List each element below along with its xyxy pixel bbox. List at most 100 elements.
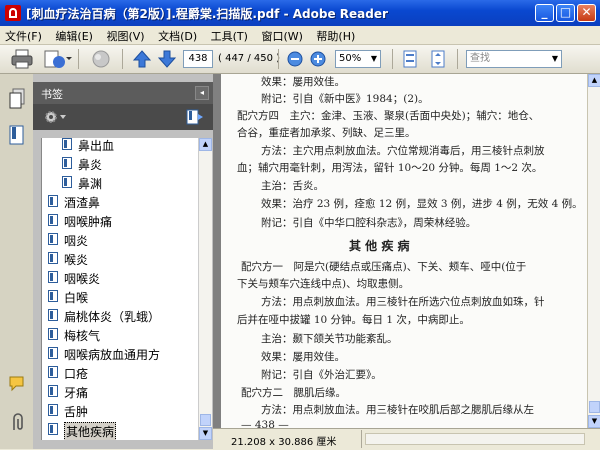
bookmark-icon [48, 328, 58, 340]
toolbar: 438 ( 447 / 450 ) 50% ▼ 查找 ▼ [0, 45, 600, 74]
section-heading: 其 他 疾 病 [349, 239, 410, 253]
bookmarks-panel-title: 书签 [41, 88, 63, 101]
bookmark-icon [48, 309, 58, 321]
close-button[interactable]: ✕ [577, 4, 596, 22]
bookmark-icon [48, 385, 58, 397]
bookmark-label: 其他疾病 [64, 422, 117, 440]
zoom-select[interactable]: 50% ▼ [335, 50, 381, 68]
bookmark-icon [48, 366, 58, 378]
bookmark-label: 白喉 [64, 291, 89, 305]
document-scrollbar[interactable]: ▲ ▼ [587, 74, 600, 428]
bookmark-label: 咽喉炎 [64, 272, 101, 286]
zoom-out-icon[interactable] [285, 48, 305, 70]
horizontal-scrollbar[interactable] [365, 433, 585, 445]
scrollbar-thumb[interactable] [589, 401, 600, 413]
menu-window[interactable]: 窗口(W) [256, 26, 307, 44]
zoom-value: 50% [339, 53, 362, 64]
menu-edit[interactable]: 编辑(E) [50, 26, 98, 44]
document-text-line: 下关与颊车穴连线中点)、均取患侧。 [237, 278, 410, 290]
next-page-icon[interactable] [156, 48, 178, 70]
fit-page-icon[interactable] [428, 48, 448, 70]
bookmark-label: 牙痛 [64, 386, 89, 400]
bookmark-icon [48, 290, 58, 302]
bookmark-label: 舌肿 [64, 405, 89, 419]
collapse-panel-icon[interactable]: ◂ [195, 86, 209, 100]
document-view[interactable]: 效果：屡用效佳。 附记：引自《新中医》1984；(2)。 配穴方四 主穴：金津、玉液… [213, 74, 587, 428]
scrollbar-thumb[interactable] [200, 414, 211, 426]
collaborate-icon[interactable] [88, 48, 114, 70]
document-text-line: 效果：屡用效佳。 [261, 351, 345, 363]
scroll-up-icon[interactable]: ▲ [588, 74, 600, 87]
bookmark-icon [62, 157, 72, 169]
comments-icon[interactable] [8, 374, 28, 394]
chevron-down-icon: ▼ [370, 54, 377, 63]
bookmark-tree: 鼻出血 鼻炎 鼻渊 酒渣鼻 咽喉肿痛 咽炎 喉炎 咽喉炎 白喉 扁桃体炎（乳蛾） 梅核气 咽喉病放血通… [41, 138, 198, 440]
scroll-down-icon[interactable]: ▼ [199, 427, 212, 440]
document-text-line: 效果：治疗 23 例，痊愈 12 例，显效 3 例，进步 4 例，无效 4 例。 [261, 198, 583, 210]
attachments-icon[interactable] [8, 412, 28, 434]
navigation-rail [0, 74, 34, 449]
bookmark-icon [48, 233, 58, 245]
bookmark-label: 口疮 [64, 367, 89, 381]
bookmark-label: 咽炎 [64, 234, 89, 248]
maximize-button[interactable]: □ [556, 4, 575, 22]
scroll-up-icon[interactable]: ▲ [199, 138, 212, 151]
document-text-line: 附记：引自《外治汇要》。 [261, 369, 382, 381]
document-text-line: 血；辅穴用毫针刺，用泻法，留针 10～20 分钟。每周 1～2 次。 [237, 162, 543, 174]
bookmarks-toolbar [33, 104, 213, 130]
scroll-down-icon[interactable]: ▼ [588, 415, 600, 428]
document-text-line: 主治：颞下颌关节功能紊乱。 [261, 333, 398, 345]
bookmark-icon [48, 252, 58, 264]
document-text-line: 主治：舌炎。 [261, 180, 324, 192]
bookmark-label: 咽喉肿痛 [64, 215, 113, 229]
document-text-line: 方法：用点刺放血法。用三棱针在咬肌后部之腮肌后缘从左 [261, 404, 534, 416]
page-number-input[interactable]: 438 [183, 50, 213, 68]
minimize-button[interactable]: _ [535, 4, 554, 22]
bookmark-scrollbar[interactable]: ▲ ▼ [198, 138, 212, 440]
bookmark-icon [62, 138, 72, 150]
page-footer-number: — 438 — [241, 419, 289, 428]
bookmark-label: 咽喉病放血通用方 [64, 348, 161, 362]
bookmark-label: 鼻出血 [78, 139, 115, 153]
document-text-line: 合谷，重症者加承浆、列缺、足三里。 [237, 127, 416, 139]
title-bar: [刺血疗法治百病（第2版）].程爵棠.扫描版.pdf - Adobe Reade… [0, 0, 600, 26]
search-placeholder: 查找 [470, 53, 490, 64]
document-text-line: 配穴方一 阿是穴(硬结点或压痛点)、下关、颊车、哑中(位于 [241, 261, 527, 273]
page-size-readout: 21.208 x 30.886 厘米 [231, 437, 337, 448]
bookmark-icon [62, 176, 72, 188]
bookmark-label: 扁桃体炎（乳蛾） [64, 310, 161, 324]
bookmark-icon [48, 347, 58, 359]
bookmark-label: 鼻渊 [78, 177, 103, 191]
document-text-line: 附记：引自《新中医》1984；(2)。 [261, 93, 429, 105]
chevron-down-icon[interactable]: ▼ [552, 51, 558, 67]
bookmark-icon [48, 423, 58, 435]
menu-bar: 文件(F) 编辑(E) 视图(V) 文档(D) 工具(T) 窗口(W) 帮助(H… [0, 26, 600, 45]
bookmark-icon [48, 195, 58, 207]
status-bar: 21.208 x 30.886 厘米 [213, 428, 600, 450]
fit-width-icon[interactable] [400, 48, 420, 70]
page-count: ( 447 / 450 ) [218, 53, 281, 64]
document-text-line: 效果：屡用效佳。 [261, 76, 345, 88]
share-icon[interactable] [42, 48, 72, 70]
pages-icon[interactable] [8, 88, 26, 110]
menu-view[interactable]: 视图(V) [101, 26, 149, 44]
bookmarks-panel-header: 书签 ◂ [33, 82, 213, 104]
search-input[interactable]: 查找 ▼ [466, 50, 562, 68]
zoom-in-icon[interactable] [308, 48, 328, 70]
menu-file[interactable]: 文件(F) [0, 26, 47, 44]
menu-document[interactable]: 文档(D) [153, 26, 202, 44]
bookmark-label: 酒渣鼻 [64, 196, 101, 210]
menu-help[interactable]: 帮助(H) [311, 26, 360, 44]
bookmark-icon [48, 214, 58, 226]
print-icon[interactable] [10, 48, 34, 70]
adobe-reader-icon [5, 5, 21, 21]
new-bookmark-icon[interactable] [185, 108, 205, 126]
bookmark-label: 鼻炎 [78, 158, 103, 172]
window-title: [刺血疗法治百病（第2版）].程爵棠.扫描版.pdf - Adobe Reade… [26, 7, 388, 21]
bookmarks-icon[interactable] [8, 124, 26, 146]
menu-tools[interactable]: 工具(T) [206, 26, 253, 44]
document-text-line: 后并在哑中拔罐 10 分钟。每日 1 次，中病即止。 [237, 314, 470, 326]
previous-page-icon[interactable] [131, 48, 153, 70]
bookmark-label: 梅核气 [64, 329, 101, 343]
options-gear-icon[interactable] [43, 109, 67, 125]
